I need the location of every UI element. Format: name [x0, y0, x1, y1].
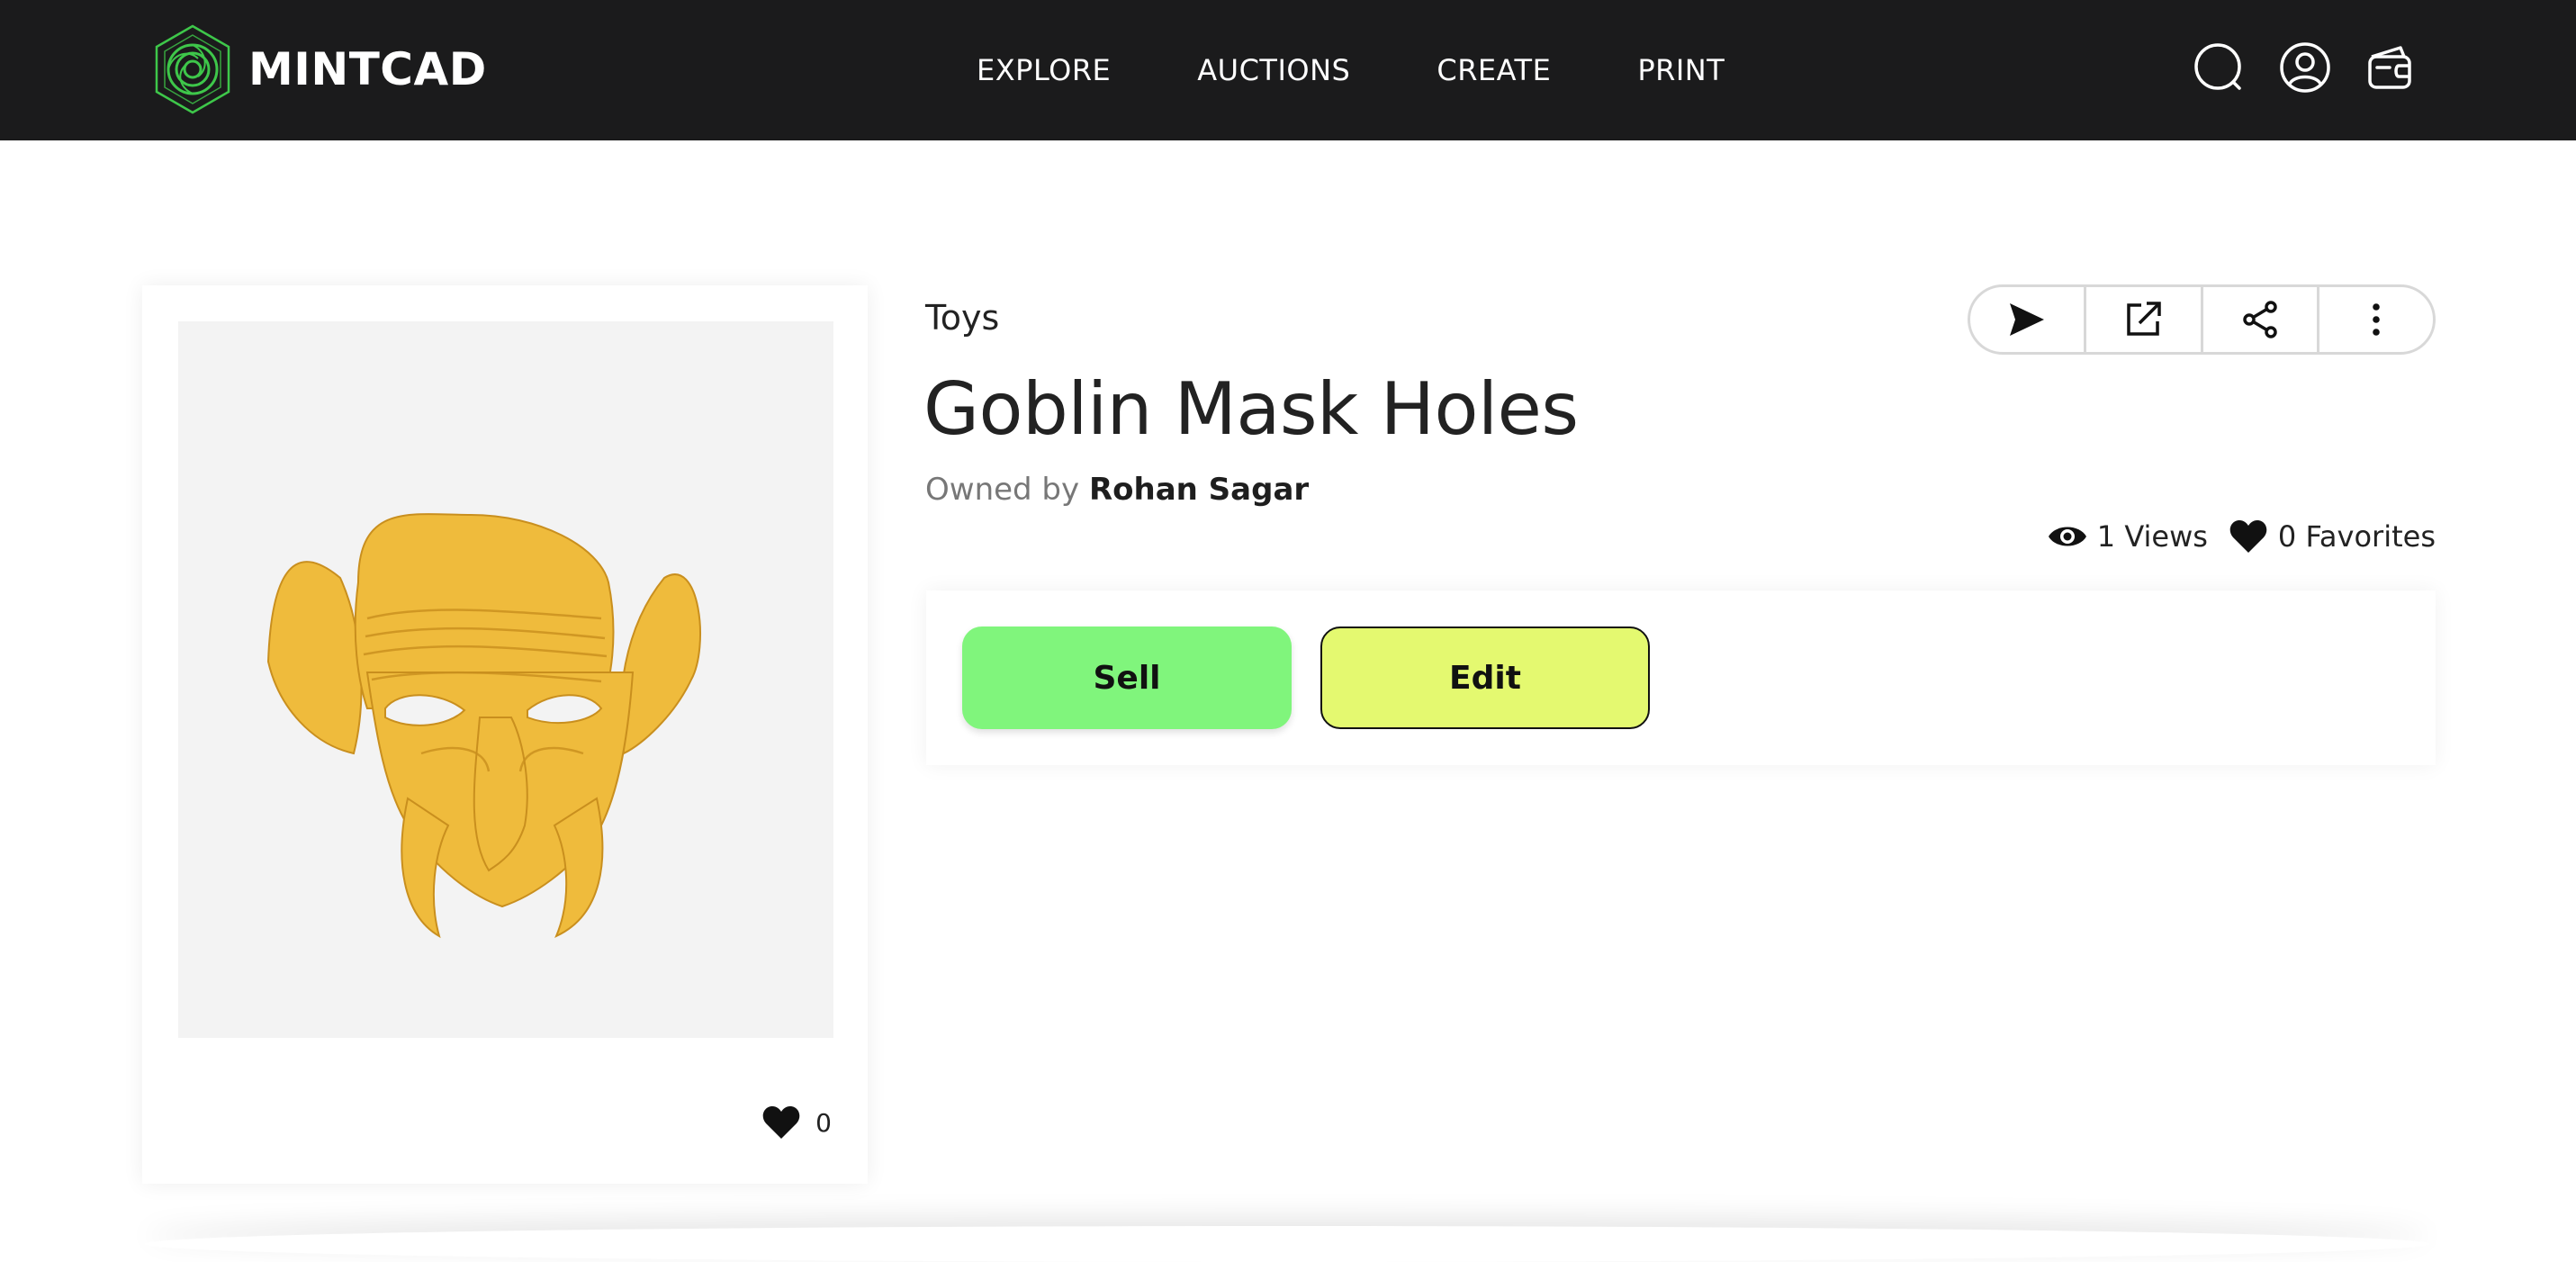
item-title: Goblin Mask Holes — [923, 367, 1579, 451]
search-button[interactable] — [2192, 41, 2246, 95]
nav-explore[interactable]: EXPLORE — [977, 53, 1111, 87]
owner-line: Owned by Rohan Sagar — [925, 472, 1309, 508]
heart-icon — [762, 1106, 800, 1139]
open-external-button[interactable] — [2086, 287, 2203, 352]
card-favorite-count: 0 — [815, 1107, 832, 1138]
share-icon — [2242, 301, 2277, 338]
wallet-icon — [2368, 46, 2411, 89]
item-preview-card: 0 — [142, 285, 868, 1184]
transfer-button[interactable] — [1970, 287, 2087, 352]
edit-button[interactable]: Edit — [1320, 626, 1650, 729]
account-button[interactable] — [2278, 41, 2332, 95]
eye-icon — [2048, 527, 2086, 546]
main-nav: EXPLORE AUCTIONS CREATE PRINT — [977, 0, 1725, 140]
send-icon — [2010, 303, 2045, 336]
nav-print[interactable]: PRINT — [1637, 53, 1725, 87]
share-button[interactable] — [2203, 287, 2319, 352]
more-options-button[interactable] — [2319, 287, 2433, 352]
user-icon — [2280, 42, 2330, 93]
favorites-stat[interactable]: 0 Favorites — [2228, 518, 2436, 554]
open-external-icon — [2127, 302, 2162, 336]
item-action-toolbar — [1968, 284, 2436, 355]
owner-label: Owned by — [925, 472, 1080, 508]
goblin-mask-model-image — [266, 513, 701, 939]
item-stats: 1 Views 0 Favorites — [2027, 518, 2436, 554]
item-category[interactable]: Toys — [925, 298, 999, 338]
nav-create[interactable]: CREATE — [1437, 53, 1551, 87]
top-navigation-bar: MINTCAD EXPLORE AUCTIONS CREATE PRINT — [0, 0, 2576, 140]
views-stat: 1 Views — [2047, 518, 2208, 554]
listing-action-panel: Sell Edit — [926, 590, 2436, 765]
owner-name[interactable]: Rohan Sagar — [1089, 472, 1309, 508]
next-section-edge — [144, 1226, 2430, 1262]
search-icon — [2194, 43, 2241, 90]
card-favorite[interactable]: 0 — [761, 1104, 832, 1140]
favorites-count: 0 Favorites — [2277, 519, 2436, 554]
more-icon — [2373, 303, 2380, 336]
brand-name: MINTCAD — [248, 43, 487, 95]
heart-icon — [2229, 520, 2267, 553]
mintcad-logo-icon — [155, 24, 230, 114]
sell-button[interactable]: Sell — [962, 626, 1292, 729]
views-count: 1 Views — [2096, 519, 2208, 554]
brand-logo[interactable]: MINTCAD — [153, 24, 487, 114]
wallet-button[interactable] — [2364, 41, 2418, 95]
header-actions — [2159, 41, 2418, 95]
model-preview[interactable] — [178, 321, 833, 1038]
nav-auctions[interactable]: AUCTIONS — [1197, 53, 1350, 87]
